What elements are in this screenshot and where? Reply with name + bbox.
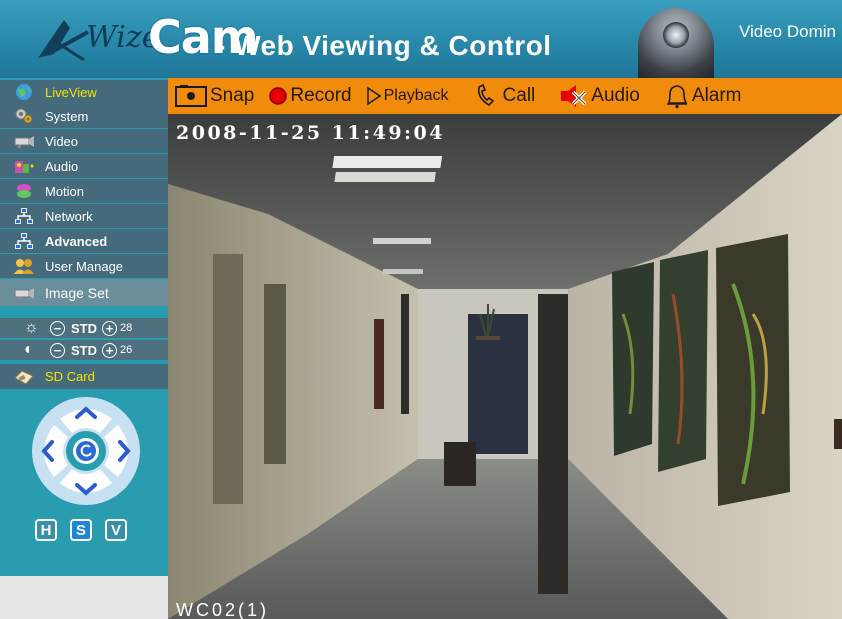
hallway-scene bbox=[168, 114, 842, 619]
sidebar-item-system[interactable]: System bbox=[0, 104, 168, 128]
sidebar-item-audio[interactable]: Audio bbox=[0, 154, 168, 178]
speaker-icon bbox=[13, 157, 35, 175]
play-triangle-icon bbox=[366, 86, 382, 106]
bell-icon bbox=[664, 83, 690, 109]
contrast-decrease-button[interactable]: − bbox=[50, 342, 65, 358]
alarm-button[interactable]: Alarm bbox=[664, 83, 742, 109]
camera-label: WC02(1) bbox=[176, 600, 270, 619]
sidebar-item-liveview[interactable]: LiveView bbox=[0, 80, 168, 104]
audio-label: Audio bbox=[591, 85, 640, 106]
sidebar-item-sd-card[interactable]: SD Card bbox=[0, 364, 168, 389]
brightness-decrease-button[interactable]: − bbox=[50, 320, 65, 336]
contrast-increase-button[interactable]: + bbox=[102, 342, 117, 358]
ptz-home-button[interactable] bbox=[73, 438, 99, 464]
network-icon bbox=[13, 207, 35, 225]
ptz-h-button[interactable]: H bbox=[35, 519, 57, 541]
camera-icon bbox=[13, 284, 35, 302]
sidebar-item-network[interactable]: Network bbox=[0, 204, 168, 228]
sidebar-item-motion[interactable]: Motion bbox=[0, 179, 168, 203]
camera-icon bbox=[13, 132, 35, 150]
audio-muted-icon bbox=[559, 84, 589, 108]
playback-label: Playback bbox=[383, 87, 449, 104]
camera-lens-icon bbox=[663, 22, 689, 48]
phone-handset-icon bbox=[475, 84, 501, 108]
record-button[interactable]: Record bbox=[268, 85, 352, 107]
brand-name: Video Domin bbox=[738, 22, 836, 41]
snap-label: Snap bbox=[210, 85, 255, 106]
sidebar: LiveView System Video Audio Motion Netwo… bbox=[0, 78, 168, 619]
brightness-increase-button[interactable]: + bbox=[102, 320, 117, 336]
ptz-s-button[interactable]: S bbox=[70, 519, 92, 541]
sidebar-item-advanced[interactable]: Advanced bbox=[0, 229, 168, 253]
ptz-control bbox=[32, 397, 140, 505]
sidebar-item-label: Advanced bbox=[45, 233, 108, 249]
ptz-v-button[interactable]: V bbox=[105, 519, 127, 541]
sidebar-item-user-manage[interactable]: User Manage bbox=[0, 254, 168, 278]
sidebar-item-label: Image Set bbox=[45, 284, 109, 301]
contrast-icon: ◐ bbox=[24, 341, 34, 358]
brightness-icon: ☼ bbox=[24, 319, 39, 336]
record-label: Record bbox=[290, 85, 352, 106]
contrast-value: 26 bbox=[120, 344, 133, 356]
live-video-feed[interactable]: 2008-11-25 11:49:04 WC02(1) bbox=[168, 114, 842, 619]
call-label: Call bbox=[502, 85, 536, 106]
sidebar-item-label: User Manage bbox=[45, 258, 124, 274]
users-icon bbox=[13, 257, 35, 275]
sidebar-item-video[interactable]: Video bbox=[0, 129, 168, 153]
snapshot-camera-icon bbox=[174, 84, 208, 108]
sidebar-item-label: Network bbox=[45, 208, 93, 224]
video-timestamp: 2008-11-25 11:49:04 bbox=[176, 122, 445, 144]
sidebar-footer bbox=[0, 576, 168, 619]
logo-icon bbox=[38, 20, 89, 62]
sidebar-item-label: Video bbox=[45, 133, 79, 149]
playback-button[interactable]: Playback bbox=[366, 86, 449, 106]
network-advanced-icon bbox=[13, 232, 35, 250]
sidebar-item-image-set[interactable]: Image Set bbox=[0, 279, 168, 306]
sidebar-item-label: Audio bbox=[45, 158, 79, 174]
header: Wize Cam - Web Viewing & Control Video D… bbox=[0, 0, 842, 78]
call-button[interactable]: Call bbox=[475, 84, 536, 108]
gears-icon bbox=[13, 107, 35, 125]
alarm-label: Alarm bbox=[691, 85, 742, 106]
page-title: - Web Viewing & Control bbox=[216, 30, 552, 61]
sd-card-icon bbox=[13, 368, 35, 386]
brightness-row: ☼ − STD + 28 bbox=[0, 318, 168, 338]
contrast-mode: STD bbox=[71, 342, 97, 358]
sidebar-item-label: Motion bbox=[45, 183, 85, 199]
motion-icon bbox=[13, 182, 35, 200]
audio-button[interactable]: Audio bbox=[559, 84, 640, 108]
sidebar-item-label: LiveView bbox=[45, 84, 97, 100]
snap-button[interactable]: Snap bbox=[174, 84, 254, 108]
record-dot-icon bbox=[268, 86, 288, 106]
brightness-value: 28 bbox=[120, 322, 133, 334]
contrast-row: ◐ − STD + 26 bbox=[0, 340, 168, 360]
camera-photo bbox=[638, 8, 714, 78]
toolbar: Snap Record Playback Call Audio Alarm bbox=[168, 78, 842, 114]
sidebar-item-label: SD Card bbox=[45, 369, 95, 384]
brightness-mode: STD bbox=[71, 320, 97, 336]
globe-icon bbox=[13, 83, 35, 101]
sidebar-item-label: System bbox=[45, 108, 89, 124]
